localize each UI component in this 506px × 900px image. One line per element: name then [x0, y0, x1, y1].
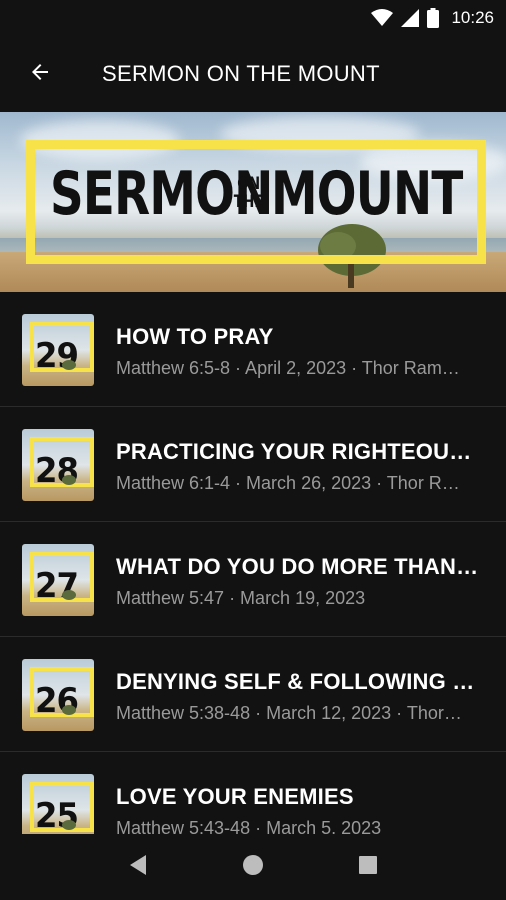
sermon-number: 28	[35, 451, 79, 491]
sermon-thumbnail: 29	[22, 314, 94, 386]
status-bar: 10:26	[0, 0, 506, 36]
sermon-thumbnail: 25	[22, 774, 94, 834]
home-circle-icon	[242, 854, 264, 881]
sermon-subtitle: Matthew 6:5-8 · April 2, 2023 · Thor Ram…	[116, 358, 460, 378]
list-item[interactable]: 27 WHAT DO YOU DO MORE THAN… Matthew 5:4…	[0, 522, 506, 637]
sermon-thumbnail: 27	[22, 544, 94, 616]
recents-square-icon	[358, 855, 378, 880]
series-banner: SERMON ON THE MOUNT	[0, 112, 506, 292]
arrow-left-icon	[28, 60, 52, 89]
battery-icon	[427, 8, 440, 28]
sermon-thumbnail: 28	[22, 429, 94, 501]
list-item[interactable]: 29 HOW TO PRAY Matthew 6:5-8 · April 2, …	[0, 292, 506, 407]
sermon-title: HOW TO PRAY	[116, 324, 274, 349]
banner-word-on-the: ON THE	[233, 175, 264, 212]
list-item[interactable]: 26 DENYING SELF & FOLLOWING C… Matthew 5…	[0, 637, 506, 752]
sermon-subtitle: Matthew 5:47 · March 19, 2023	[116, 588, 366, 608]
sermon-subtitle: Matthew 6:1-4 · March 26, 2023 · Thor R…	[116, 473, 460, 493]
nav-recents-button[interactable]	[348, 847, 388, 887]
page-title: SERMON ON THE MOUNT	[102, 61, 380, 86]
system-nav-bar	[0, 834, 506, 900]
signal-icon	[401, 9, 420, 27]
back-triangle-icon	[128, 854, 148, 881]
sermon-number: 29	[35, 336, 79, 376]
wifi-icon	[371, 9, 394, 27]
sermon-number: 26	[35, 681, 79, 721]
sermon-title: WHAT DO YOU DO MORE THAN…	[116, 554, 479, 579]
sermon-title: LOVE YOUR ENEMIES	[116, 784, 354, 809]
back-button[interactable]	[0, 36, 80, 112]
status-time: 10:26	[451, 8, 494, 27]
sermon-subtitle: Matthew 5:38-48 · March 12, 2023 · Thor…	[116, 703, 462, 723]
sermon-list: 29 HOW TO PRAY Matthew 6:5-8 · April 2, …	[0, 292, 506, 834]
sermon-thumbnail: 26	[22, 659, 94, 731]
sermon-number: 27	[35, 566, 79, 606]
nav-back-button[interactable]	[118, 847, 158, 887]
nav-home-button[interactable]	[233, 847, 273, 887]
banner-word-the: THE	[233, 192, 264, 212]
app-bar: SERMON ON THE MOUNT	[0, 36, 506, 112]
banner-word-sermon: SERMON	[50, 159, 273, 229]
banner-word-mount: MOUNT	[271, 159, 463, 229]
sermon-subtitle: Matthew 5:43-48 · March 5, 2023	[116, 818, 382, 834]
sermon-title: DENYING SELF & FOLLOWING C…	[116, 669, 486, 694]
list-item[interactable]: 28 PRACTICING YOUR RIGHTEOUS… Matthew 6:…	[0, 407, 506, 522]
banner-title: SERMON ON THE MOUNT	[50, 164, 506, 224]
sermon-title: PRACTICING YOUR RIGHTEOUS…	[116, 439, 486, 464]
list-item[interactable]: 25 LOVE YOUR ENEMIES Matthew 5:43-48 · M…	[0, 752, 506, 834]
